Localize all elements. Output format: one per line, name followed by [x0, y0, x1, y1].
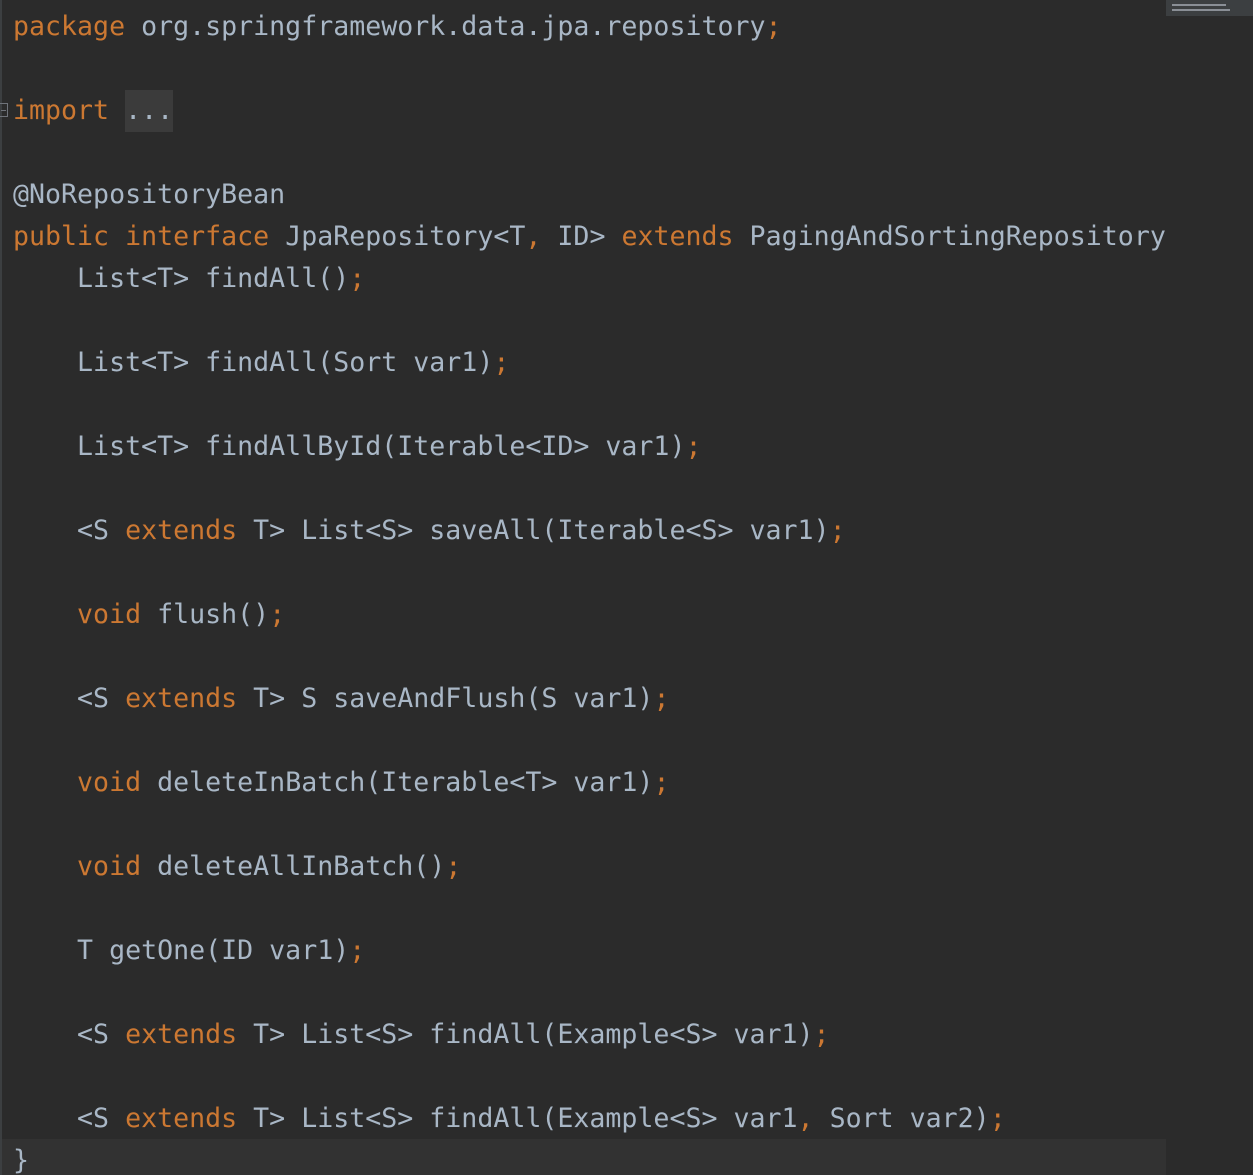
- keyword-token: extends: [621, 221, 734, 252]
- keyword-token: package: [13, 11, 126, 42]
- code-token: <S: [13, 683, 126, 714]
- code-token: <S: [13, 1103, 126, 1134]
- keyword-token: ;: [445, 851, 462, 882]
- keyword-token: ;: [493, 347, 510, 378]
- keyword-token: interface: [125, 221, 270, 252]
- code-token: <S: [13, 515, 126, 546]
- editor-minimap[interactable]: [1166, 0, 1253, 16]
- keyword-token: ;: [349, 263, 366, 294]
- code-token: T> List<S> saveAll(Iterable<S> var1): [237, 515, 830, 546]
- code-line[interactable]: List<T> findAllById(Iterable<ID> var1);: [13, 426, 701, 468]
- code-token: deleteInBatch(Iterable<T> var1): [141, 767, 654, 798]
- code-token: PagingAndSortingRepository: [733, 221, 1166, 252]
- code-line[interactable]: <S extends T> List<S> findAll(Example<S>…: [13, 1098, 1006, 1140]
- keyword-token: ;: [813, 1019, 830, 1050]
- code-token: T> S saveAndFlush(S var1): [237, 683, 654, 714]
- code-token: @NoRepositoryBean: [13, 179, 286, 210]
- keyword-token: ;: [685, 431, 702, 462]
- code-token: List<T> findAll(Sort var1): [13, 347, 494, 378]
- code-line[interactable]: import ...: [13, 90, 174, 132]
- code-line[interactable]: @NoRepositoryBean: [13, 174, 285, 216]
- code-line[interactable]: <S extends T> List<S> saveAll(Iterable<S…: [13, 510, 846, 552]
- code-line[interactable]: }: [13, 1140, 29, 1175]
- code-line[interactable]: void deleteInBatch(Iterable<T> var1);: [13, 762, 669, 804]
- code-token: T> List<S> findAll(Example<S> var1: [237, 1103, 798, 1134]
- keyword-token: public: [13, 221, 110, 252]
- code-token: <S: [13, 1019, 126, 1050]
- keyword-token: ;: [765, 11, 782, 42]
- editor-gutter: [0, 0, 2, 1175]
- keyword-token: extends: [125, 1103, 238, 1134]
- code-line[interactable]: <S extends T> List<S> findAll(Example<S>…: [13, 1014, 830, 1056]
- code-token: ID>: [541, 221, 622, 252]
- keyword-token: ;: [989, 1103, 1006, 1134]
- code-token: T> List<S> findAll(Example<S> var1): [237, 1019, 814, 1050]
- code-token: List<T> findAll(): [13, 263, 350, 294]
- minimap-line: [1172, 4, 1226, 6]
- keyword-token: ;: [349, 935, 366, 966]
- fold-toggle-icon[interactable]: [0, 103, 8, 117]
- code-token: flush(): [141, 599, 270, 630]
- code-token: deleteAllInBatch(): [141, 851, 446, 882]
- keyword-token: extends: [125, 683, 238, 714]
- code-line[interactable]: List<T> findAll(Sort var1);: [13, 342, 509, 384]
- code-token: JpaRepository<T: [269, 221, 526, 252]
- code-line[interactable]: T getOne(ID var1);: [13, 930, 365, 972]
- code-line[interactable]: <S extends T> S saveAndFlush(S var1);: [13, 678, 669, 720]
- keyword-token: void: [77, 767, 142, 798]
- minimap-line: [1172, 9, 1230, 11]
- code-line[interactable]: void deleteAllInBatch();: [13, 846, 461, 888]
- keyword-token: ,: [797, 1103, 814, 1134]
- code-line[interactable]: public interface JpaRepository<T, ID> ex…: [13, 216, 1166, 258]
- keyword-token: void: [77, 599, 142, 630]
- code-line[interactable]: void flush();: [13, 594, 285, 636]
- keyword-token: extends: [125, 515, 238, 546]
- keyword-token: ,: [525, 221, 542, 252]
- code-line[interactable]: package org.springframework.data.jpa.rep…: [13, 6, 782, 48]
- keyword-token: ;: [653, 683, 670, 714]
- keyword-token: ;: [269, 599, 286, 630]
- code-editor[interactable]: package org.springframework.data.jpa.rep…: [0, 0, 1253, 1175]
- code-token: org.springframework.data.jpa.repository: [125, 11, 766, 42]
- keyword-token: import: [13, 95, 110, 126]
- code-line[interactable]: List<T> findAll();: [13, 258, 365, 300]
- keyword-token: extends: [125, 1019, 238, 1050]
- keyword-token: void: [77, 851, 142, 882]
- keyword-token: ;: [829, 515, 846, 546]
- code-token: Sort var2): [813, 1103, 990, 1134]
- current-line-highlight: [2, 1139, 1166, 1175]
- code-token: }: [13, 1145, 30, 1175]
- code-token: T getOne(ID var1): [13, 935, 350, 966]
- code-token: List<T> findAllById(Iterable<ID> var1): [13, 431, 686, 462]
- folded-imports[interactable]: ...: [125, 90, 174, 132]
- keyword-token: ;: [653, 767, 670, 798]
